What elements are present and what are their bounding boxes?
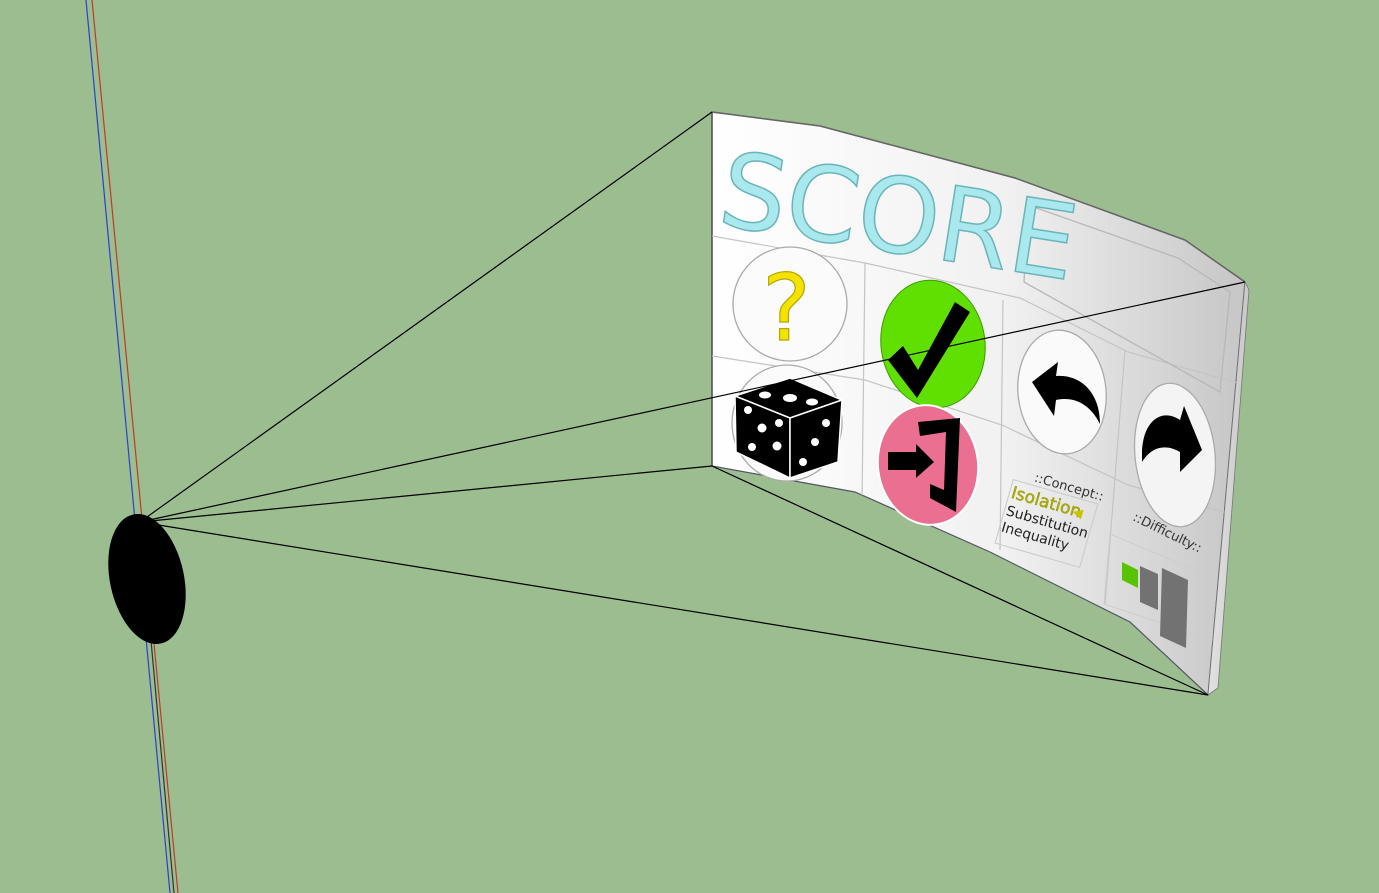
axis-red bbox=[91, 0, 179, 893]
question-mark-icon: ? bbox=[762, 255, 811, 362]
axis-blue bbox=[85, 0, 171, 893]
help-button[interactable]: ? bbox=[732, 246, 848, 363]
viewport-scene: SCORE ?::Concept:: Isolation ◀ Substitu… bbox=[85, 0, 1250, 893]
score-panel: SCORE ?::Concept:: Isolation ◀ Substitu… bbox=[711, 111, 1250, 697]
difficulty-level-3[interactable] bbox=[1160, 568, 1188, 648]
random-button[interactable] bbox=[731, 364, 845, 482]
